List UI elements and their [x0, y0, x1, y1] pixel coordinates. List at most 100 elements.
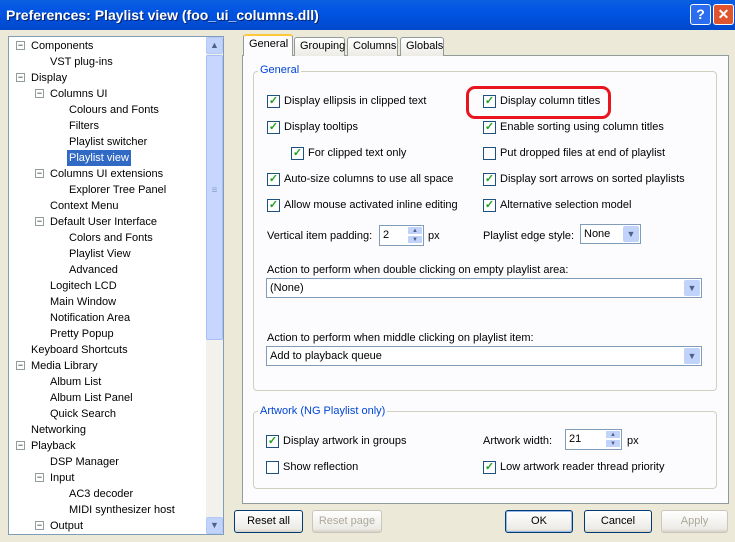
tree-item[interactable]: Notification Area — [48, 310, 132, 326]
tree-item[interactable]: Keyboard Shortcuts — [29, 342, 130, 358]
middle-click-action-select[interactable]: Add to playback queue ▼ — [266, 346, 702, 366]
tree-item[interactable]: MIDI synthesizer host — [67, 502, 177, 518]
tree-item[interactable]: Playlist switcher — [67, 134, 149, 150]
checkbox-label: Enable sorting using column titles — [500, 121, 664, 133]
spin-up-icon[interactable]: ▲ — [407, 226, 423, 235]
option-checkbox[interactable]: ✓ Display sort arrows on sorted playlists — [483, 173, 685, 186]
artwork-width-value: 21 — [569, 433, 582, 445]
checkbox[interactable]: ✓ — [267, 121, 280, 134]
help-button[interactable]: ? — [690, 4, 711, 25]
tree-item[interactable]: Quick Search — [48, 406, 118, 422]
checkbox-label: For clipped text only — [308, 147, 407, 159]
show-reflection-checkbox[interactable]: Show reflection — [266, 461, 358, 474]
checkbox[interactable]: ✓ — [483, 121, 496, 134]
checkbox[interactable]: ✓ — [483, 95, 496, 108]
artwork-width-spinner[interactable]: 21 ▲ ▼ — [565, 429, 622, 450]
option-checkbox[interactable]: ✓ Display tooltips — [267, 121, 358, 134]
tree-item[interactable]: Playlist view — [67, 150, 131, 166]
edge-style-select[interactable]: None ▼ — [580, 224, 641, 244]
double-click-action-select[interactable]: (None) ▼ — [266, 278, 702, 298]
checkbox[interactable] — [266, 461, 279, 474]
collapse-icon[interactable]: − — [35, 521, 44, 530]
tree-item[interactable]: Album List — [48, 374, 103, 390]
collapse-icon[interactable]: − — [35, 169, 44, 178]
tree-item[interactable]: Colors and Fonts — [67, 230, 155, 246]
checkbox[interactable]: ✓ — [483, 199, 496, 212]
option-checkbox[interactable]: ✓ Display ellipsis in clipped text — [267, 95, 426, 108]
tree-item[interactable]: Default User Interface — [48, 214, 159, 230]
tree-item[interactable]: Colours and Fonts — [67, 102, 161, 118]
chevron-down-icon[interactable]: ▼ — [684, 348, 700, 364]
tab-grouping[interactable]: Grouping — [294, 37, 345, 56]
tree-item[interactable]: Playlist View — [67, 246, 133, 262]
apply-button[interactable]: Apply — [661, 510, 728, 533]
tree-item[interactable]: Display — [29, 70, 69, 86]
tree-item[interactable]: Columns UI — [48, 86, 109, 102]
tree-scrollbar[interactable]: ▲ ≡ ▼ — [206, 37, 223, 534]
option-checkbox[interactable]: ✓ For clipped text only — [291, 147, 406, 160]
cancel-button[interactable]: Cancel — [584, 510, 652, 533]
tree-item[interactable]: Networking — [29, 422, 88, 438]
checkbox[interactable]: ✓ — [291, 147, 304, 160]
collapse-icon[interactable]: − — [16, 361, 25, 370]
padding-spinner[interactable]: 2 ▲ ▼ — [379, 225, 424, 246]
tab-general[interactable]: General — [243, 34, 293, 56]
checkbox[interactable]: ✓ — [267, 173, 280, 186]
tree-item[interactable]: Context Menu — [48, 198, 120, 214]
option-checkbox[interactable]: Put dropped files at end of playlist — [483, 147, 665, 160]
collapse-icon[interactable]: − — [16, 41, 25, 50]
tab-columns[interactable]: Columns — [347, 37, 398, 56]
collapse-icon[interactable]: − — [16, 73, 25, 82]
tree-item[interactable]: VST plug-ins — [48, 54, 115, 70]
option-checkbox[interactable]: ✓ Display column titles — [483, 95, 600, 108]
tree-item[interactable]: DSP Manager — [48, 454, 121, 470]
option-checkbox[interactable]: ✓ Auto-size columns to use all space — [267, 173, 453, 186]
checkbox[interactable] — [483, 147, 496, 160]
chevron-down-icon[interactable]: ▼ — [684, 280, 700, 296]
tree-item[interactable]: Advanced — [67, 262, 120, 278]
tree-item[interactable]: Pretty Popup — [48, 326, 116, 342]
low-priority-checkbox[interactable]: ✓ Low artwork reader thread priority — [483, 461, 664, 474]
tree-item[interactable]: Album List Panel — [48, 390, 135, 406]
display-artwork-checkbox[interactable]: ✓ Display artwork in groups — [266, 435, 407, 448]
close-button[interactable]: ✕ — [713, 4, 734, 25]
collapse-icon[interactable]: − — [35, 89, 44, 98]
option-checkbox[interactable]: ✓ Alternative selection model — [483, 199, 631, 212]
checkbox[interactable]: ✓ — [267, 95, 280, 108]
tree-item[interactable]: Main Window — [48, 294, 118, 310]
spin-up-icon[interactable]: ▲ — [605, 430, 621, 439]
double-click-label: Action to perform when double clicking o… — [267, 264, 569, 276]
collapse-icon[interactable]: − — [16, 441, 25, 450]
tree-item[interactable]: Logitech LCD — [48, 278, 119, 294]
collapse-icon[interactable]: − — [35, 473, 44, 482]
tree-item[interactable]: Media Library — [29, 358, 100, 374]
tree-item[interactable]: Input — [48, 470, 76, 486]
collapse-icon[interactable]: − — [35, 217, 44, 226]
scroll-down-icon[interactable]: ▼ — [206, 517, 223, 534]
reset-page-button[interactable]: Reset page — [312, 510, 382, 533]
checkbox[interactable]: ✓ — [483, 461, 496, 474]
checkbox[interactable]: ✓ — [483, 173, 496, 186]
option-checkbox[interactable]: ✓ Enable sorting using column titles — [483, 121, 664, 134]
scroll-thumb[interactable]: ≡ — [206, 55, 223, 340]
checkbox-label: Display column titles — [500, 95, 601, 107]
preferences-tree[interactable]: − Components VST plug-ins − Display − Columns … — [8, 36, 224, 535]
tab-globals[interactable]: Globals — [400, 37, 444, 56]
checkbox[interactable]: ✓ — [267, 199, 280, 212]
tree-item[interactable]: Components — [29, 38, 95, 54]
scroll-up-icon[interactable]: ▲ — [206, 37, 223, 54]
chevron-down-icon[interactable]: ▼ — [623, 226, 639, 242]
tree-item[interactable]: AC3 decoder — [67, 486, 135, 502]
tree-item[interactable]: Columns UI extensions — [48, 166, 165, 182]
reset-all-button[interactable]: Reset all — [234, 510, 303, 533]
tree-item[interactable]: Explorer Tree Panel — [67, 182, 168, 198]
tree-item[interactable]: Playback — [29, 438, 78, 454]
checkbox-label: Display artwork in groups — [283, 435, 407, 447]
option-checkbox[interactable]: ✓ Allow mouse activated inline editing — [267, 199, 458, 212]
spin-down-icon[interactable]: ▼ — [605, 439, 621, 448]
tree-item[interactable]: Output — [48, 518, 85, 534]
ok-button[interactable]: OK — [505, 510, 573, 533]
checkbox[interactable]: ✓ — [266, 435, 279, 448]
tree-item[interactable]: Filters — [67, 118, 101, 134]
spin-down-icon[interactable]: ▼ — [407, 235, 423, 244]
